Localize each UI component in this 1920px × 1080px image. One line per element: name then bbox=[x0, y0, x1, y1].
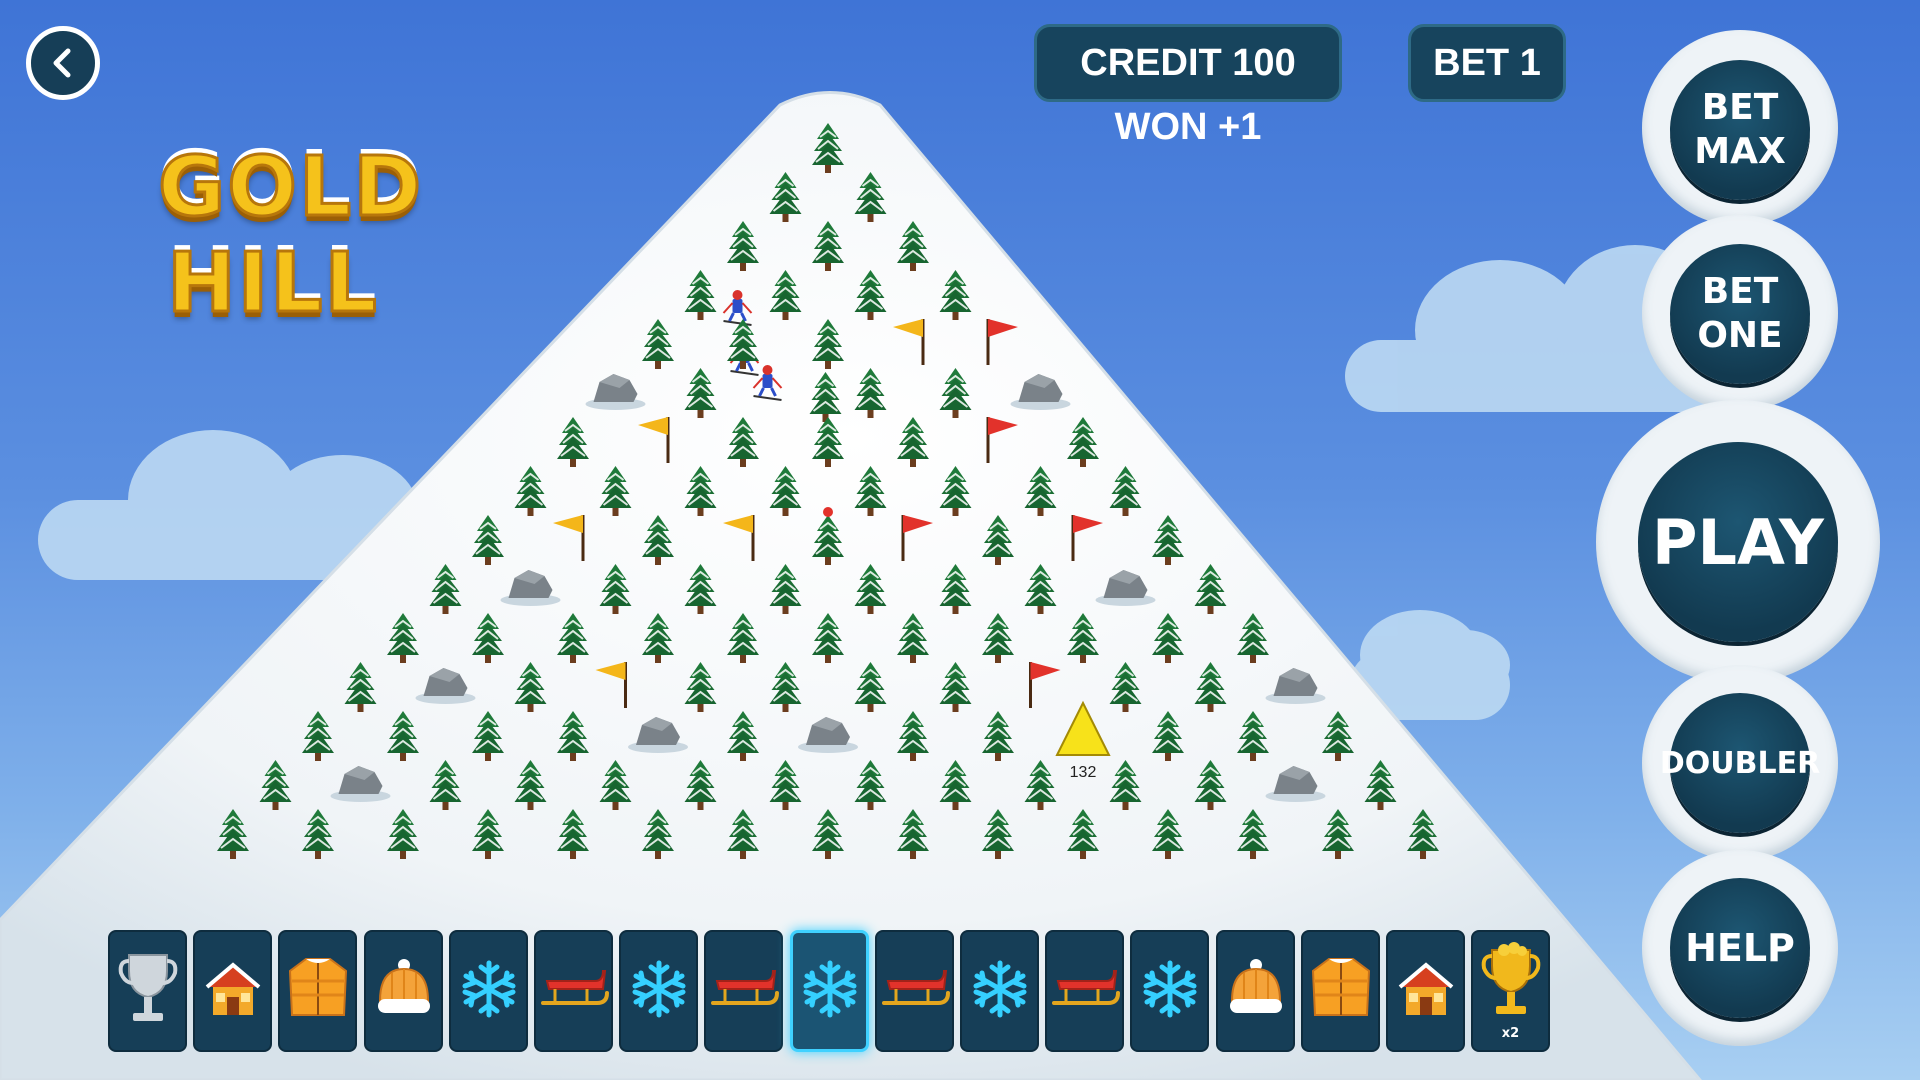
prize-tile: x2 bbox=[1471, 930, 1550, 1052]
sled-icon bbox=[709, 967, 779, 1015]
prize-tile bbox=[193, 930, 272, 1052]
house-icon bbox=[201, 957, 265, 1025]
prize-tile bbox=[790, 930, 869, 1052]
prize-tile bbox=[534, 930, 613, 1052]
won-display: WON +1 bbox=[1114, 106, 1262, 148]
bet-display: BET 1 bbox=[1408, 24, 1566, 102]
beanie-icon bbox=[372, 957, 436, 1025]
chevron-left-icon bbox=[53, 48, 71, 78]
doubler-button[interactable]: DOUBLER bbox=[1660, 693, 1820, 833]
snowflake-icon bbox=[629, 959, 689, 1023]
prize-tile bbox=[875, 930, 954, 1052]
prize-tile bbox=[449, 930, 528, 1052]
bet-one-button[interactable]: BET ONE bbox=[1670, 244, 1810, 384]
multiplier-label: x2 bbox=[1501, 1025, 1520, 1041]
sled-icon bbox=[880, 967, 950, 1015]
credit-display: CREDIT 100 bbox=[1034, 24, 1342, 102]
jacket-icon bbox=[286, 953, 350, 1029]
logo-word-gold: GOLD bbox=[157, 139, 424, 237]
prize-tile bbox=[1301, 930, 1380, 1052]
prize-tile bbox=[278, 930, 357, 1052]
prize-tile bbox=[1045, 930, 1124, 1052]
snowflake-icon bbox=[1140, 959, 1200, 1023]
prize-tile bbox=[364, 930, 443, 1052]
gold-trophy-icon bbox=[1480, 941, 1542, 1026]
sled-icon bbox=[539, 967, 609, 1015]
help-button[interactable]: HELP bbox=[1670, 878, 1810, 1018]
control-panel: BET MAX BET ONE PLAY DOUBLER HELP bbox=[1590, 30, 1890, 1060]
prize-tile bbox=[108, 930, 187, 1052]
bet-max-button[interactable]: BET MAX bbox=[1670, 60, 1810, 200]
prize-tile bbox=[960, 930, 1039, 1052]
snowflake-icon bbox=[970, 959, 1030, 1023]
prize-tile bbox=[619, 930, 698, 1052]
house-icon bbox=[1394, 957, 1458, 1025]
prize-tile bbox=[1130, 930, 1209, 1052]
silver-trophy-icon bbox=[117, 949, 179, 1033]
play-button[interactable]: PLAY bbox=[1638, 442, 1838, 642]
snowflake-icon bbox=[459, 959, 519, 1023]
snowflake-icon bbox=[800, 959, 860, 1023]
logo-word-hill: HILL bbox=[166, 235, 379, 333]
ball bbox=[823, 507, 833, 517]
prize-tile-row: x2 bbox=[108, 930, 1550, 1052]
back-button[interactable] bbox=[26, 26, 100, 100]
beanie-icon bbox=[1224, 957, 1288, 1025]
jacket-icon bbox=[1309, 953, 1373, 1029]
sled-icon bbox=[1050, 967, 1120, 1015]
marker-value: 132 bbox=[1070, 764, 1097, 781]
prize-tile bbox=[704, 930, 783, 1052]
prize-tile bbox=[1386, 930, 1465, 1052]
prize-tile bbox=[1216, 930, 1295, 1052]
game-logo: GOLD HILL bbox=[157, 139, 424, 333]
